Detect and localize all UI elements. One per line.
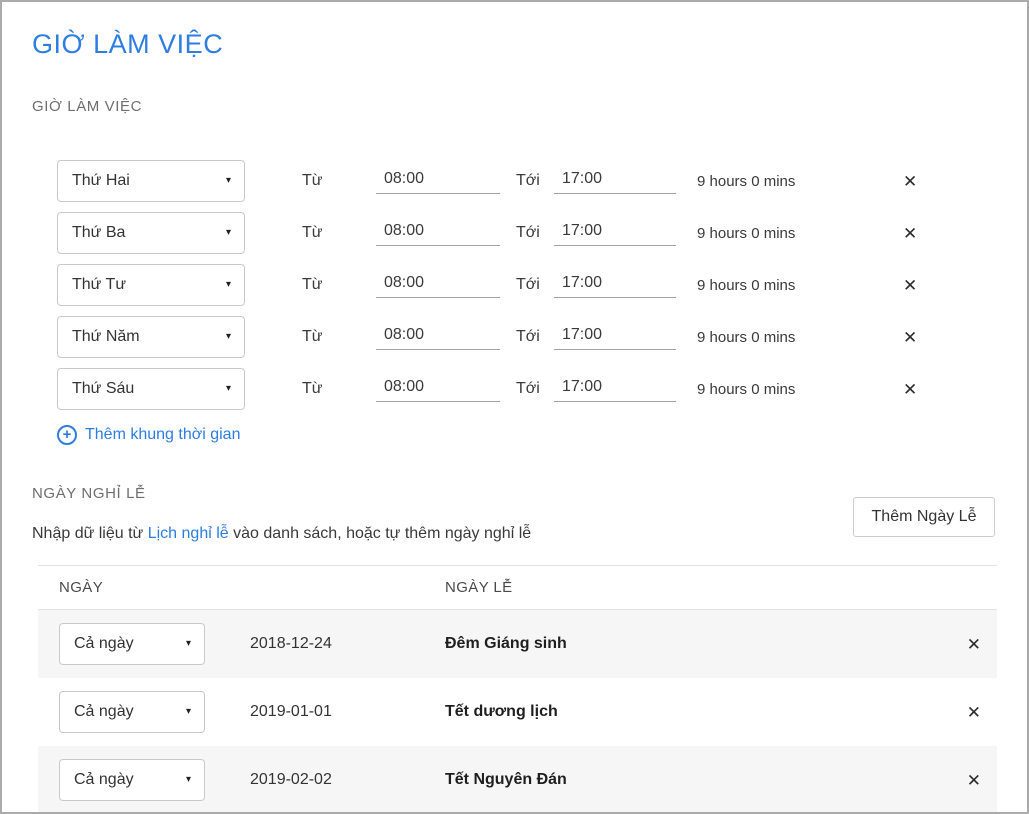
page-title: GIỜ LÀM VIỆC <box>32 28 995 61</box>
day-select[interactable]: Thứ Ba ▾ <box>57 212 245 254</box>
caret-down-icon: ▾ <box>226 176 231 186</box>
caret-down-icon: ▾ <box>226 332 231 342</box>
to-label: Tới <box>516 276 542 294</box>
duration-text: 9 hours 0 mins <box>697 225 807 242</box>
time-from-input[interactable] <box>376 376 500 402</box>
day-select[interactable]: Thứ Tư ▾ <box>57 264 245 306</box>
holiday-name: Tết dương lịch <box>445 703 967 721</box>
remove-row-icon[interactable]: ✕ <box>903 225 917 242</box>
description-prefix: Nhập dữ liệu từ <box>32 525 143 542</box>
to-label: Tới <box>516 224 542 242</box>
working-hours-list: Thứ Hai ▾ Từ Tới 9 hours 0 mins ✕ Thứ Ba… <box>57 160 995 410</box>
duration-text: 9 hours 0 mins <box>697 277 807 294</box>
hour-row-friday: Thứ Sáu ▾ Từ Tới 9 hours 0 mins ✕ <box>57 368 995 410</box>
working-hours-section-label: GIỜ LÀM VIỆC <box>32 99 995 114</box>
time-from-input[interactable] <box>376 324 500 350</box>
time-from-input[interactable] <box>376 272 500 298</box>
time-from-input[interactable] <box>376 220 500 246</box>
holiday-name: Đêm Giáng sinh <box>445 635 967 653</box>
to-label: Tới <box>516 328 542 346</box>
hour-row-monday: Thứ Hai ▾ Từ Tới 9 hours 0 mins ✕ <box>57 160 995 202</box>
working-hours-page: GIỜ LÀM VIỆC GIỜ LÀM VIỆC Thứ Hai ▾ Từ T… <box>0 0 1029 814</box>
holiday-scope-value: Cả ngày <box>74 703 134 721</box>
holiday-table: NGÀY NGÀY LỄ Cả ngày ▾ 2018-12-24 Đêm Gi… <box>38 565 997 814</box>
add-holiday-button[interactable]: Thêm Ngày Lễ <box>853 497 995 537</box>
day-select[interactable]: Thứ Sáu ▾ <box>57 368 245 410</box>
to-label: Tới <box>516 172 542 190</box>
time-to-input[interactable] <box>554 272 676 298</box>
from-label: Từ <box>302 172 326 190</box>
day-select-value: Thứ Hai <box>72 172 130 190</box>
caret-down-icon: ▾ <box>186 639 191 649</box>
header-holiday: NGÀY LỄ <box>445 579 513 596</box>
holiday-row: Cả ngày ▾ 2019-01-01 Tết dương lịch ✕ <box>38 678 997 746</box>
from-label: Từ <box>302 380 326 398</box>
description-suffix: vào danh sách, hoặc tự thêm ngày nghỉ lễ <box>233 525 531 542</box>
duration-text: 9 hours 0 mins <box>697 329 807 346</box>
from-label: Từ <box>302 224 326 242</box>
remove-row-icon[interactable]: ✕ <box>903 381 917 398</box>
hour-row-wednesday: Thứ Tư ▾ Từ Tới 9 hours 0 mins ✕ <box>57 264 995 306</box>
header-day: NGÀY <box>38 579 445 596</box>
to-label: Tới <box>516 380 542 398</box>
remove-holiday-icon[interactable]: ✕ <box>967 636 981 653</box>
hour-row-thursday: Thứ Năm ▾ Từ Tới 9 hours 0 mins ✕ <box>57 316 995 358</box>
duration-text: 9 hours 0 mins <box>697 173 807 190</box>
remove-holiday-icon[interactable]: ✕ <box>967 772 981 789</box>
duration-text: 9 hours 0 mins <box>697 381 807 398</box>
holiday-row: Cả ngày ▾ 2019-02-02 Tết Nguyên Đán ✕ <box>38 746 997 814</box>
day-select-value: Thứ Năm <box>72 328 140 346</box>
plus-circle-icon: + <box>57 425 77 445</box>
holiday-date: 2019-01-01 <box>250 703 362 721</box>
hour-row-tuesday: Thứ Ba ▾ Từ Tới 9 hours 0 mins ✕ <box>57 212 995 254</box>
time-from-input[interactable] <box>376 168 500 194</box>
holiday-row: Cả ngày ▾ 2018-12-24 Đêm Giáng sinh ✕ <box>38 610 997 678</box>
holiday-scope-select[interactable]: Cả ngày ▾ <box>59 623 205 665</box>
add-timeframe-link[interactable]: + Thêm khung thời gian <box>57 424 240 446</box>
holiday-scope-select[interactable]: Cả ngày ▾ <box>59 691 205 733</box>
day-select[interactable]: Thứ Hai ▾ <box>57 160 245 202</box>
add-timeframe-label: Thêm khung thời gian <box>85 426 240 444</box>
caret-down-icon: ▾ <box>186 707 191 717</box>
remove-row-icon[interactable]: ✕ <box>903 277 917 294</box>
holidays-section-label: NGÀY NGHỈ LỄ <box>32 486 995 501</box>
day-select-value: Thứ Tư <box>72 276 126 294</box>
caret-down-icon: ▾ <box>186 775 191 785</box>
caret-down-icon: ▾ <box>226 384 231 394</box>
holiday-name: Tết Nguyên Đán <box>445 771 967 789</box>
time-to-input[interactable] <box>554 376 676 402</box>
day-select-value: Thứ Ba <box>72 224 125 242</box>
holiday-table-header: NGÀY NGÀY LỄ <box>38 566 997 610</box>
holiday-scope-value: Cả ngày <box>74 635 134 653</box>
day-select-value: Thứ Sáu <box>72 380 134 398</box>
time-to-input[interactable] <box>554 168 676 194</box>
holidays-description: Nhập dữ liệu từ Lịch nghỉ lễ vào danh sá… <box>32 526 995 542</box>
time-to-input[interactable] <box>554 220 676 246</box>
from-label: Từ <box>302 328 326 346</box>
day-select[interactable]: Thứ Năm ▾ <box>57 316 245 358</box>
holidays-section: NGÀY NGHỈ LỄ Thêm Ngày Lễ Nhập dữ liệu t… <box>32 486 995 814</box>
from-label: Từ <box>302 276 326 294</box>
holiday-calendar-link[interactable]: Lịch nghỉ lễ <box>148 525 229 542</box>
remove-row-icon[interactable]: ✕ <box>903 329 917 346</box>
remove-row-icon[interactable]: ✕ <box>903 173 917 190</box>
caret-down-icon: ▾ <box>226 280 231 290</box>
holiday-date: 2018-12-24 <box>250 635 362 653</box>
time-to-input[interactable] <box>554 324 676 350</box>
holiday-scope-select[interactable]: Cả ngày ▾ <box>59 759 205 801</box>
holiday-scope-value: Cả ngày <box>74 771 134 789</box>
remove-holiday-icon[interactable]: ✕ <box>967 704 981 721</box>
caret-down-icon: ▾ <box>226 228 231 238</box>
holiday-date: 2019-02-02 <box>250 771 362 789</box>
